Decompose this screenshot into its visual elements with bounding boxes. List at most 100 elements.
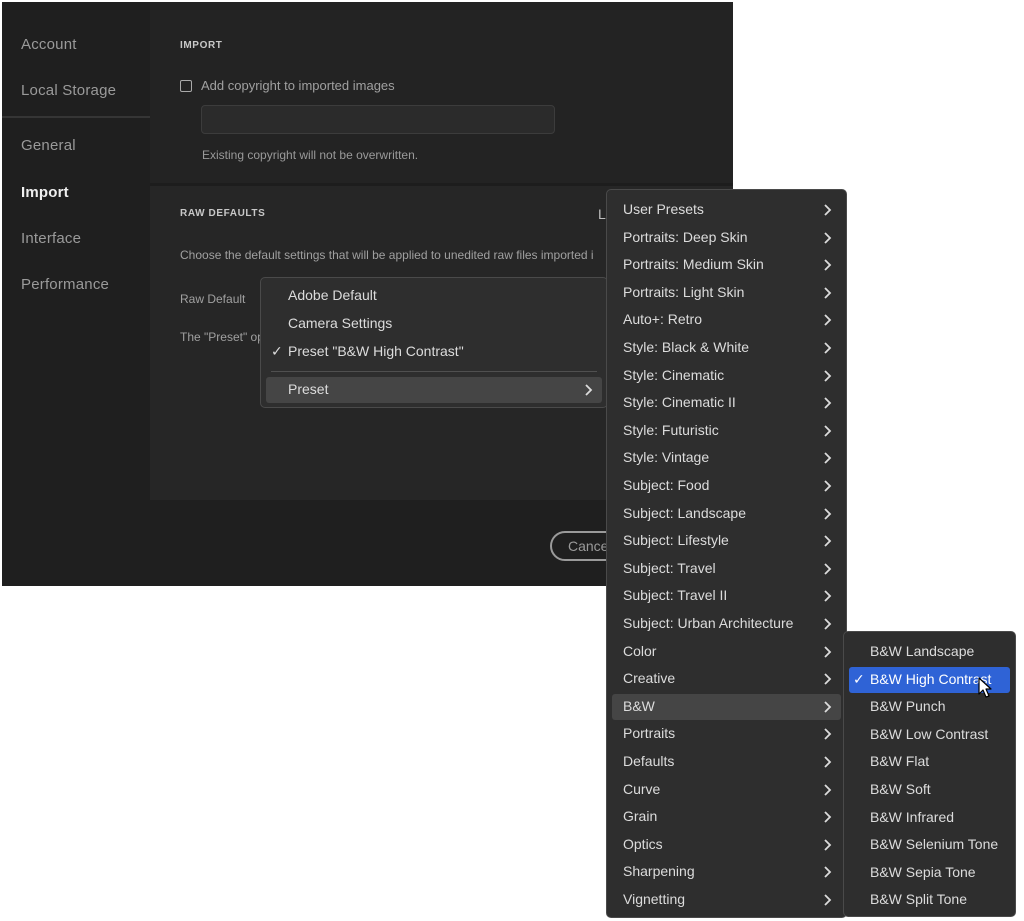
menu-item-label: Subject: Lifestyle [623,532,729,549]
menu-item-label: B&W Flat [870,753,930,770]
copyright-checkbox-label[interactable]: Add copyright to imported images [201,78,395,93]
chevron-right-icon [824,369,832,382]
checkmark-icon: ✓ [853,670,865,687]
raw-default-label: Raw Default [180,292,246,306]
raw-default-menu: Adobe Default Camera Settings ✓ Preset "… [260,277,608,408]
chevron-right-icon [824,563,832,575]
bw-presets-menu: B&W Landscape ✓ B&W High Contrast B&W Punch… [843,631,1016,917]
menu-item-label: Adobe Default [288,287,377,303]
menu-item-label: Style: Cinematic II [623,394,736,411]
menu-item-subject-landscape[interactable]: Subject: Landscape [612,501,841,527]
menu-item-bandw-low-contrast[interactable]: B&W Low Contrast [849,722,1010,748]
menu-item-subject-food[interactable]: Subject: Food [612,473,841,499]
menu-item-label: Camera Settings [288,315,393,331]
menu-item-portraits-deep-skin[interactable]: Portraits: Deep Skin [612,225,841,251]
menu-item-bandw-infrared[interactable]: B&W Infrared [849,805,1010,831]
raw-defaults-description: Choose the default settings that will be… [180,248,594,262]
menu-item-bandw-split-tone[interactable]: B&W Split Tone [849,887,1010,913]
menu-item-label: Style: Vintage [623,449,710,466]
menu-item-grain[interactable]: Grain [612,804,841,830]
menu-item-bandw-soft[interactable]: B&W Soft [849,777,1010,803]
chevron-right-icon [824,894,832,906]
menu-item-creative[interactable]: Creative [612,666,841,692]
menu-item-label: Defaults [623,753,675,769]
menu-item-label: B&W Selenium Tone [870,836,999,853]
chevron-right-icon [824,397,832,409]
menu-item-auto-retro[interactable]: Auto+: Retro [612,307,841,333]
mouse-pointer-icon [978,677,992,698]
menu-item-label: B&W Sepia Tone [870,863,976,880]
menu-item-color[interactable]: Color [612,639,841,665]
menu-item-portraits-medium-skin[interactable]: Portraits: Medium Skin [612,252,841,278]
chevron-right-icon [824,452,832,465]
menu-item-label: Optics [623,835,663,852]
sidebar-item-general[interactable]: General [21,137,76,154]
menu-item-bandw-sepia-tone[interactable]: B&W Sepia Tone [849,860,1010,886]
menu-item-subject-urban-architecture[interactable]: Subject: Urban Architecture [612,611,841,637]
menu-item-defaults[interactable]: Defaults [612,749,841,775]
menu-item-label: B&W Split Tone [870,891,968,908]
menu-item-vignetting[interactable]: Vignetting [612,887,841,913]
menu-item-label: Auto+: Retro [623,311,702,328]
menu-item-style-vintage[interactable]: Style: Vintage [612,445,841,471]
chevron-right-icon [824,314,832,327]
menu-item-preset-bw-high-contrast[interactable]: ✓ Preset "B&W High Contrast" [266,339,602,365]
sidebar-item-local-storage[interactable]: Local Storage [21,82,116,99]
menu-item-style-cinematic-ii[interactable]: Style: Cinematic II [612,390,841,416]
menu-item-portraits[interactable]: Portraits [612,721,841,747]
menu-item-label: Style: Cinematic [623,366,725,383]
chevron-right-icon [824,618,832,630]
menu-item-bandw-flat[interactable]: B&W Flat [849,749,1010,775]
chevron-right-icon [824,701,832,713]
menu-item-style-futuristic[interactable]: Style: Futuristic [612,418,841,444]
menu-item-user-presets[interactable]: User Presets [612,197,841,223]
menu-item-label: Subject: Landscape [623,504,746,521]
menu-item-style-black-and-white[interactable]: Style: Black & White [612,335,841,361]
menu-item-label: Curve [623,780,661,797]
chevron-right-icon [824,507,832,520]
copyright-checkbox[interactable] [180,80,192,92]
copyright-input[interactable] [201,105,555,134]
chevron-right-icon [585,384,593,396]
menu-item-label: B&W [623,697,655,714]
menu-item-curve[interactable]: Curve [612,777,841,803]
sidebar-item-import[interactable]: Import [21,184,69,201]
menu-item-bandw[interactable]: B&W [612,693,841,720]
menu-item-camera-settings[interactable]: Camera Settings [266,311,602,337]
menu-item-portraits-light-skin[interactable]: Portraits: Light Skin [612,280,841,306]
sidebar-item-account[interactable]: Account [21,36,77,53]
sidebar-item-interface[interactable]: Interface [21,230,81,247]
chevron-right-icon [824,287,832,299]
chevron-right-icon [824,342,832,354]
chevron-right-icon [824,259,832,271]
menu-item-adobe-default[interactable]: Adobe Default [266,283,602,309]
chevron-right-icon [824,590,832,603]
raw-defaults-heading-right: L [598,206,606,222]
menu-item-label: B&W Infrared [870,808,955,825]
chevron-right-icon [824,204,832,216]
menu-item-optics[interactable]: Optics [612,832,841,858]
chevron-right-icon [824,231,832,244]
sidebar-item-performance[interactable]: Performance [21,276,109,293]
menu-item-bandw-selenium-tone[interactable]: B&W Selenium Tone [849,832,1010,858]
preferences-sidebar: Account Local Storage General Import Int… [2,2,150,586]
import-heading: IMPORT [180,40,223,51]
menu-item-subject-lifestyle[interactable]: Subject: Lifestyle [612,528,841,554]
preset-note: The "Preset" op [180,330,264,344]
raw-defaults-heading: RAW DEFAULTS [180,208,266,219]
menu-item-label: B&W High Contrast [870,670,992,687]
menu-item-bandw-landscape[interactable]: B&W Landscape [849,639,1010,665]
chevron-right-icon [824,535,832,547]
menu-item-label: Portraits [623,725,676,742]
menu-item-label: Subject: Travel [623,559,716,576]
menu-item-label: Vignetting [623,891,686,907]
menu-item-preset[interactable]: Preset [266,377,602,403]
import-section: IMPORT Add copyright to imported images … [150,2,733,183]
menu-item-sharpening[interactable]: Sharpening [612,859,841,885]
menu-item-subject-travel[interactable]: Subject: Travel [612,556,841,582]
menu-item-subject-travel-ii[interactable]: Subject: Travel II [612,583,841,609]
chevron-right-icon [824,811,832,823]
chevron-right-icon [824,480,832,492]
menu-item-style-cinematic[interactable]: Style: Cinematic [612,363,841,389]
menu-item-label: Portraits: Medium Skin [623,256,764,273]
